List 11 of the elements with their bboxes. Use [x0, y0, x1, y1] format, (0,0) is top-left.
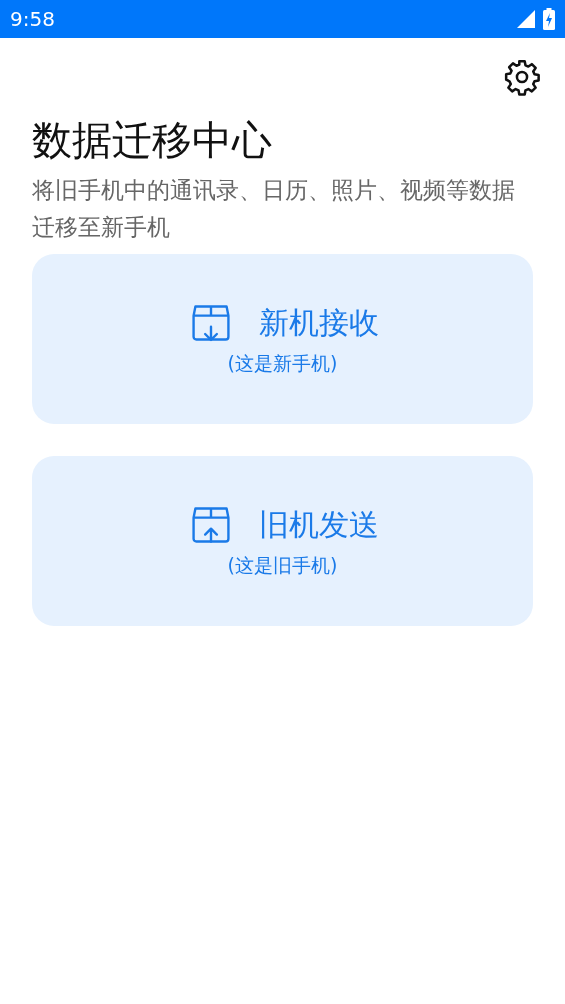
- status-time: 9:58: [10, 6, 55, 33]
- option-title: 旧机发送: [258, 506, 379, 545]
- option-title: 新机接收: [258, 304, 379, 343]
- option-card[interactable]: 新机接收 (这是新手机): [32, 254, 533, 424]
- signal-icon: [517, 10, 535, 28]
- option-hint: (这是新手机): [227, 351, 338, 377]
- description: 将旧手机中的通讯录、日历、照片、视频等数据迁移至新手机: [32, 176, 516, 242]
- page-title: 数据迁移中心: [32, 116, 273, 164]
- battery-icon: [543, 8, 555, 30]
- option-hint: (这是旧手机): [227, 553, 338, 579]
- option-card[interactable]: 旧机发送 (这是旧手机): [32, 456, 533, 626]
